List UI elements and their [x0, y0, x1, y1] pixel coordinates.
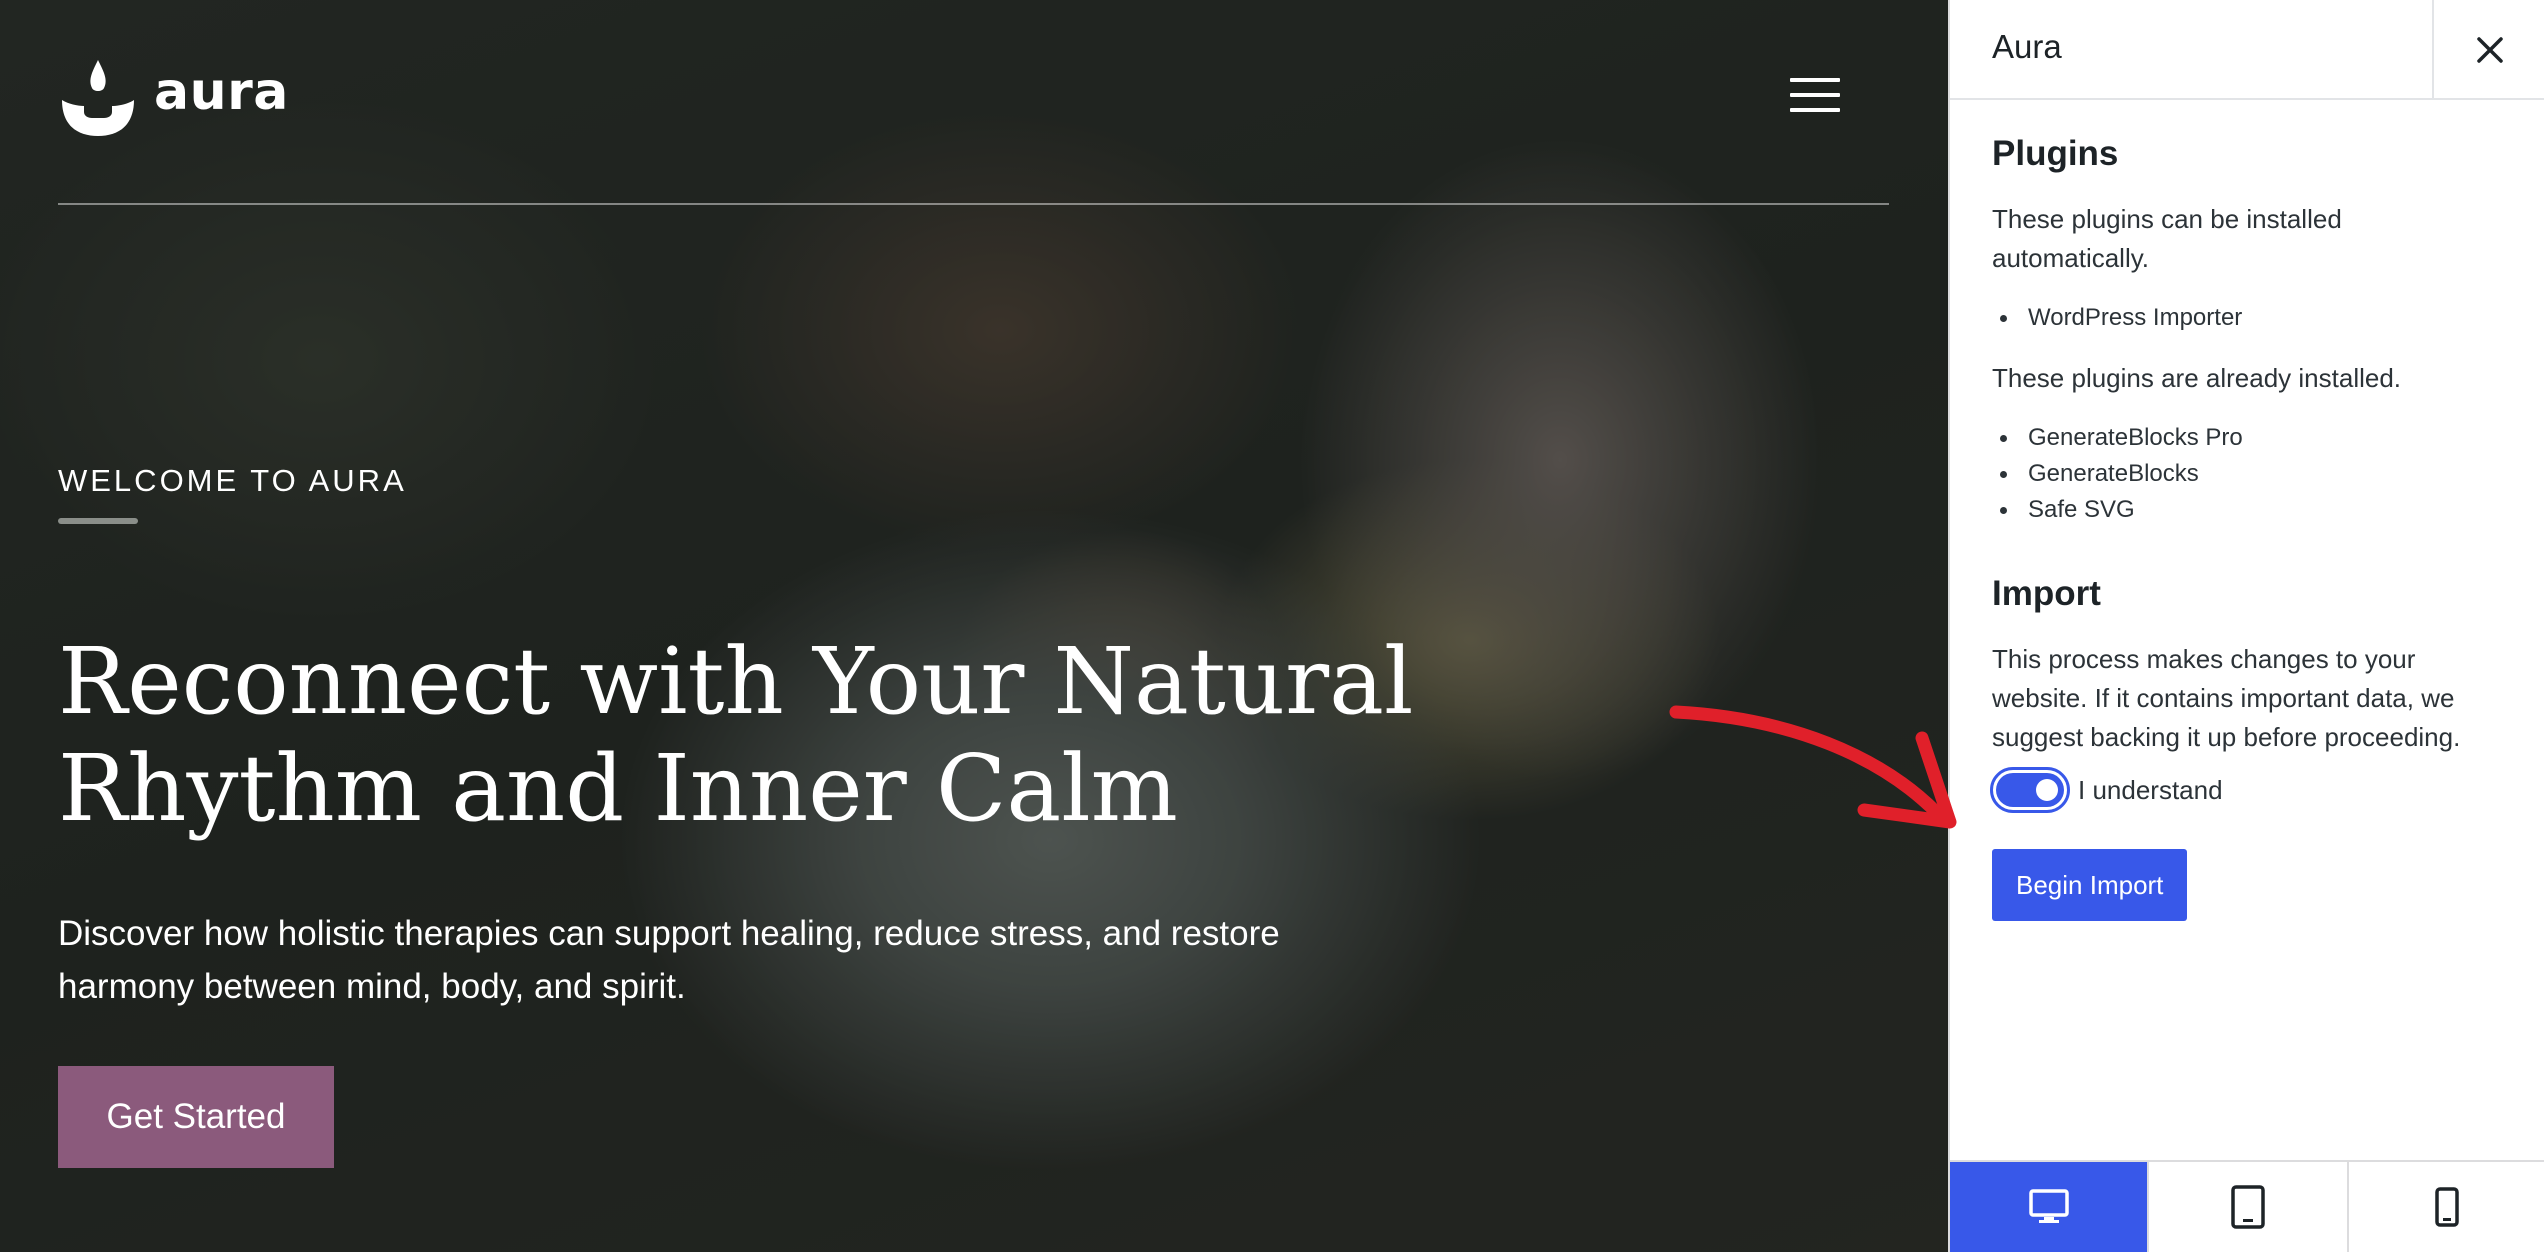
warning-line-1: This process makes changes to your: [1992, 644, 2416, 674]
mobile-icon: [2435, 1187, 2460, 1227]
toggle-knob: [2036, 779, 2058, 801]
list-item: GenerateBlocks: [1992, 456, 2512, 492]
close-button[interactable]: [2432, 0, 2544, 100]
device-mobile-button[interactable]: [2346, 1162, 2544, 1252]
import-sidebar: Aura Plugins These plugins can be instal…: [1948, 0, 2544, 1252]
header-divider: [58, 203, 1889, 205]
subtext-line-2: harmony between mind, body, and spirit.: [58, 967, 686, 1006]
understand-row: I understand: [1990, 767, 2512, 813]
auto-text-line-2: automatically.: [1992, 243, 2150, 273]
desktop-icon: [2028, 1189, 2069, 1223]
site-logo[interactable]: aura: [58, 56, 289, 136]
begin-import-button[interactable]: Begin Import: [1992, 849, 2188, 921]
candle-icon: [62, 60, 134, 136]
headline-line-2: Rhythm and Inner Calm: [58, 735, 1178, 842]
plugins-heading: Plugins: [1992, 134, 2119, 173]
headline-line-1: Reconnect with Your Natural: [58, 628, 1414, 735]
hero-overlay: [0, 0, 1948, 1252]
device-tablet-button[interactable]: [2147, 1162, 2346, 1252]
list-item: WordPress Importer: [1992, 300, 2512, 336]
understand-label[interactable]: I understand: [2078, 775, 2223, 806]
auto-text-line-1: These plugins can be installed: [1992, 204, 2342, 234]
warning-line-3: suggest backing it up before proceeding.: [1992, 722, 2461, 752]
subtext-line-1: Discover how holistic therapies can supp…: [58, 914, 1280, 953]
kicker-underline: [58, 518, 138, 524]
device-switcher: [1950, 1160, 2544, 1252]
tablet-icon: [2231, 1185, 2265, 1229]
list-item: GenerateBlocks Pro: [1992, 420, 2512, 456]
site-preview: aura WELCOME TO AURA Reconnect with Your…: [0, 0, 1948, 1252]
import-heading: Import: [1992, 574, 2101, 613]
hero-subtext: Discover how holistic therapies can supp…: [58, 907, 1458, 1013]
plugins-auto-text: These plugins can be installed automatic…: [1992, 200, 2512, 278]
logo-text: aura: [154, 62, 289, 122]
device-desktop-button[interactable]: [1950, 1162, 2148, 1252]
installed-text: These plugins are already installed.: [1992, 363, 2402, 393]
understand-toggle[interactable]: [1990, 767, 2070, 813]
installed-plugin-list: GenerateBlocks Pro GenerateBlocks Safe S…: [1992, 420, 2512, 528]
list-item: Safe SVG: [1992, 492, 2512, 528]
hero-headline: Reconnect with Your Natural Rhythm and I…: [58, 628, 1458, 842]
sidebar-title: Aura: [1992, 28, 2062, 65]
warning-line-2: website. If it contains important data, …: [1992, 683, 2455, 713]
close-icon: [2477, 37, 2503, 63]
import-warning: This process makes changes to your websi…: [1992, 640, 2512, 757]
get-started-button[interactable]: Get Started: [58, 1066, 334, 1168]
sidebar-header: Aura: [1950, 0, 2544, 100]
menu-icon[interactable]: [1790, 78, 1840, 116]
auto-plugin-list: WordPress Importer: [1992, 300, 2512, 336]
sidebar-body: Plugins These plugins can be installed a…: [1990, 134, 2512, 921]
hero-kicker: WELCOME TO AURA: [58, 463, 407, 498]
